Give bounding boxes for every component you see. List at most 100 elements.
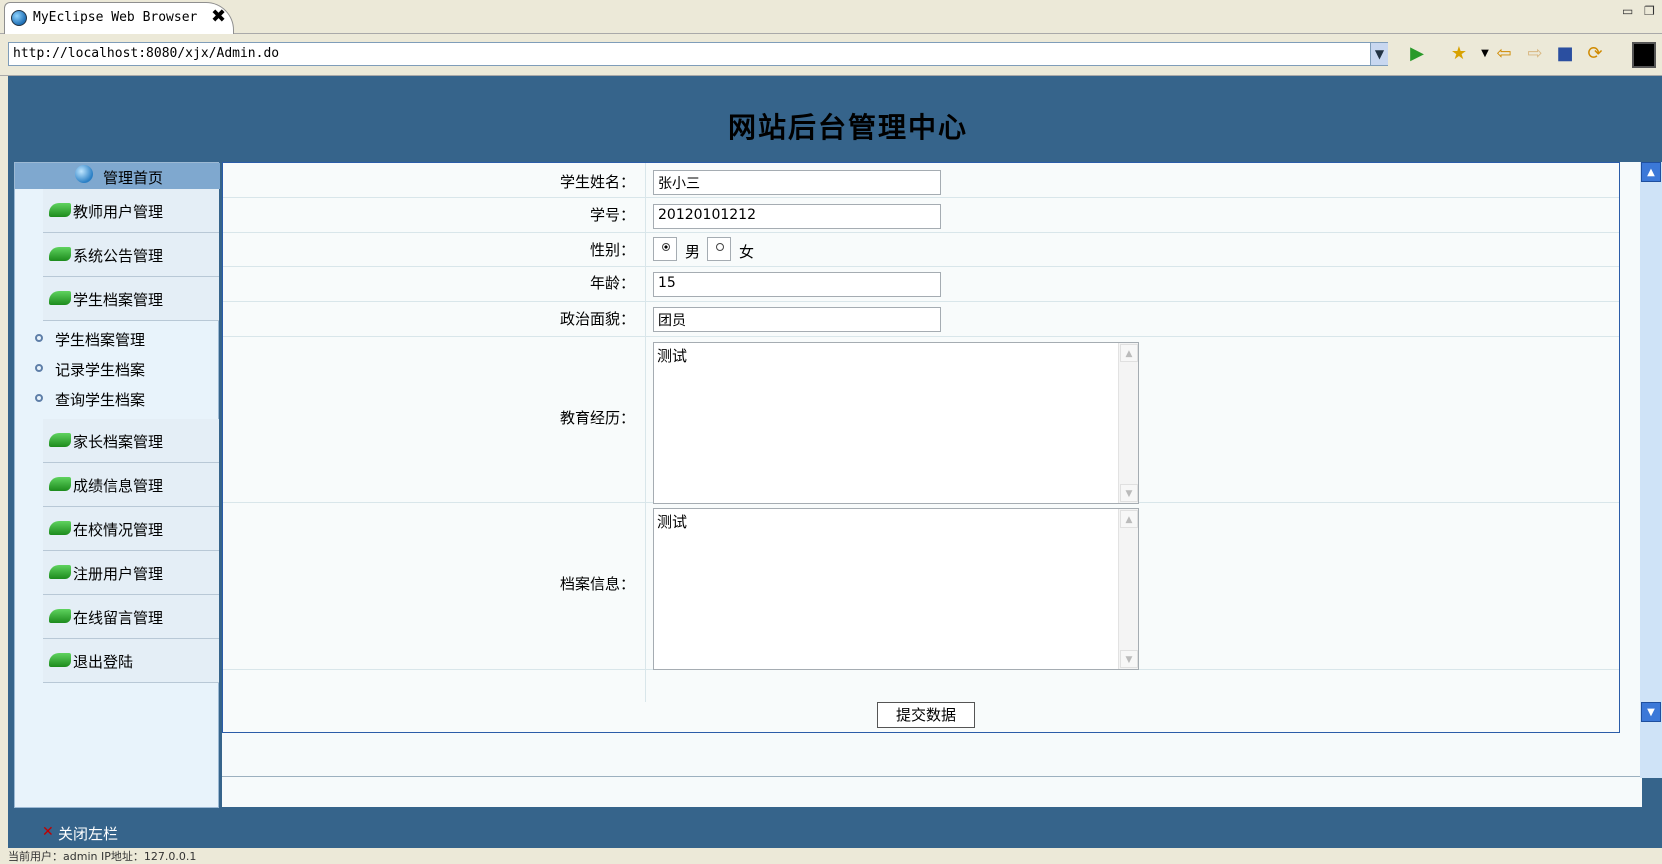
scroll-down-icon[interactable]: ▼: [1120, 484, 1138, 502]
gender-female-radio[interactable]: [707, 237, 731, 261]
sidebar-item-label: 退出登陆: [73, 653, 134, 671]
editor-tab-bar: MyEclipse Web Browser ✖ ▭ ❐: [0, 0, 1662, 34]
age-input[interactable]: 15: [653, 272, 941, 297]
name-label: 学生姓名：: [559, 173, 635, 191]
page-title: 网站后台管理中心: [727, 111, 968, 144]
student-form: 学生姓名： 张小三 学号： 20120101212 性别： 男 女 年龄： 15: [222, 162, 1620, 733]
textarea-scrollbar[interactable]: ▲ ▼: [1118, 509, 1138, 669]
leaf-icon: [49, 291, 71, 305]
toolbar-extra-button[interactable]: [1632, 42, 1656, 68]
education-textarea[interactable]: 测试 ▲ ▼: [653, 342, 1139, 504]
bullet-icon: [35, 334, 43, 342]
close-left-panel-link[interactable]: 关闭左栏: [58, 823, 118, 844]
leaf-icon: [49, 477, 71, 491]
favorites-icon[interactable]: ★: [1448, 43, 1470, 65]
refresh-icon[interactable]: ⟳: [1584, 43, 1606, 65]
forward-icon[interactable]: ⇨: [1524, 43, 1546, 65]
stop-icon[interactable]: ■: [1554, 43, 1576, 65]
sidebar-item-label: 在线留言管理: [73, 609, 164, 627]
archive-text: 测试: [657, 513, 688, 531]
sidebar-subitem-label: 查询学生档案: [55, 391, 146, 409]
status-bar: 当前用户：admin IP地址：127.0.0.1: [0, 848, 1662, 863]
scroll-down-icon[interactable]: ▼: [1641, 702, 1661, 722]
sidebar-item-grades[interactable]: 成绩信息管理: [43, 463, 219, 507]
political-input[interactable]: 团员: [653, 307, 941, 332]
sidebar-item-logout[interactable]: 退出登陆: [43, 639, 219, 683]
scroll-up-icon[interactable]: ▲: [1120, 510, 1138, 528]
sidebar-subitem-label: 学生档案管理: [55, 331, 146, 349]
political-label: 政治面貌：: [559, 310, 635, 328]
scroll-up-icon[interactable]: ▲: [1641, 162, 1661, 182]
tab-title: MyEclipse Web Browser: [33, 10, 198, 25]
form-row-student-id: 学号： 20120101212: [223, 198, 1619, 233]
scroll-up-icon[interactable]: ▲: [1120, 344, 1138, 362]
browser-tab[interactable]: MyEclipse Web Browser ✖: [4, 2, 234, 34]
divider: [222, 776, 1642, 777]
bullet-icon: [35, 364, 43, 372]
leaf-icon: [49, 653, 71, 667]
status-text: 当前用户：admin IP地址：127.0.0.1: [8, 850, 197, 863]
sidebar-item-school-status[interactable]: 在校情况管理: [43, 507, 219, 551]
form-row-political: 政治面貌： 团员: [223, 302, 1619, 337]
form-row-archive: 档案信息： 测试 ▲ ▼: [223, 503, 1619, 670]
leaf-icon: [49, 521, 71, 535]
name-input[interactable]: 张小三: [653, 170, 941, 195]
student-id-label: 学号：: [589, 206, 635, 224]
textarea-scrollbar[interactable]: ▲ ▼: [1118, 343, 1138, 503]
form-row-name: 学生姓名： 张小三: [223, 163, 1619, 198]
sidebar: 管理首页 教师用户管理 系统公告管理 学生档案管理 学生档案管理 记录学生档案 …: [14, 162, 220, 808]
sidebar-home[interactable]: 管理首页: [15, 163, 220, 189]
leaf-icon: [49, 247, 71, 261]
sidebar-item-registered-users[interactable]: 注册用户管理: [43, 551, 219, 595]
leaf-icon: [49, 565, 71, 579]
submit-button[interactable]: 提交数据: [877, 702, 975, 728]
globe-icon: [75, 165, 93, 183]
navigation-toolbar: http://localhost:8080/xjx/Admin.do ▼ ▶ ★…: [0, 34, 1662, 76]
sidebar-subitem-label: 记录学生档案: [55, 361, 146, 379]
sidebar-item-messages[interactable]: 在线留言管理: [43, 595, 219, 639]
radio-unselected-icon: [716, 243, 724, 251]
sidebar-subitem-record-archive[interactable]: 记录学生档案: [35, 355, 215, 383]
bullet-icon: [35, 394, 43, 402]
back-icon[interactable]: ⇦: [1493, 43, 1515, 65]
sidebar-home-label: 管理首页: [103, 169, 164, 187]
sidebar-item-label: 教师用户管理: [73, 203, 164, 221]
sidebar-item-label: 注册用户管理: [73, 565, 164, 583]
sidebar-item-teacher-users[interactable]: 教师用户管理: [43, 189, 219, 233]
restore-icon[interactable]: ❐: [1644, 4, 1655, 18]
sidebar-item-announcements[interactable]: 系统公告管理: [43, 233, 219, 277]
sidebar-subitem-manage-archives[interactable]: 学生档案管理: [35, 325, 215, 353]
close-tab-icon[interactable]: ✖: [211, 6, 226, 27]
form-row-age: 年龄： 15: [223, 267, 1619, 302]
radio-selected-icon: [662, 243, 670, 251]
sidebar-item-label: 家长档案管理: [73, 433, 164, 451]
archive-textarea[interactable]: 测试 ▲ ▼: [653, 508, 1139, 670]
sidebar-item-label: 学生档案管理: [73, 291, 164, 309]
url-input[interactable]: http://localhost:8080/xjx/Admin.do: [8, 42, 1388, 66]
gender-male-label: 男: [685, 243, 701, 261]
education-label: 教育经历：: [559, 409, 635, 427]
scroll-down-icon[interactable]: ▼: [1120, 650, 1138, 668]
sidebar-item-label: 系统公告管理: [73, 247, 164, 265]
minimize-icon[interactable]: ▭: [1622, 4, 1633, 18]
sidebar-item-student-archives[interactable]: 学生档案管理: [43, 277, 219, 321]
sidebar-item-label: 在校情况管理: [73, 521, 164, 539]
gender-female-label: 女: [739, 243, 755, 261]
education-text: 测试: [657, 347, 688, 365]
gender-label: 性别：: [589, 241, 635, 259]
chevron-down-icon[interactable]: ▼: [1370, 43, 1388, 65]
page-scrollbar[interactable]: ▲ ▼: [1640, 162, 1662, 778]
close-icon[interactable]: ✕: [42, 824, 54, 840]
leaf-icon: [49, 203, 71, 217]
globe-icon: [11, 10, 27, 26]
leaf-icon: [49, 433, 71, 447]
go-icon[interactable]: ▶: [1406, 43, 1428, 65]
form-row-gender: 性别： 男 女: [223, 233, 1619, 267]
student-id-input[interactable]: 20120101212: [653, 204, 941, 229]
sidebar-subitem-query-archive[interactable]: 查询学生档案: [35, 385, 215, 413]
gender-male-radio[interactable]: [653, 237, 677, 261]
leaf-icon: [49, 609, 71, 623]
sidebar-item-label: 成绩信息管理: [73, 477, 164, 495]
sidebar-item-parent-archives[interactable]: 家长档案管理: [43, 419, 219, 463]
archive-label: 档案信息：: [559, 575, 635, 593]
